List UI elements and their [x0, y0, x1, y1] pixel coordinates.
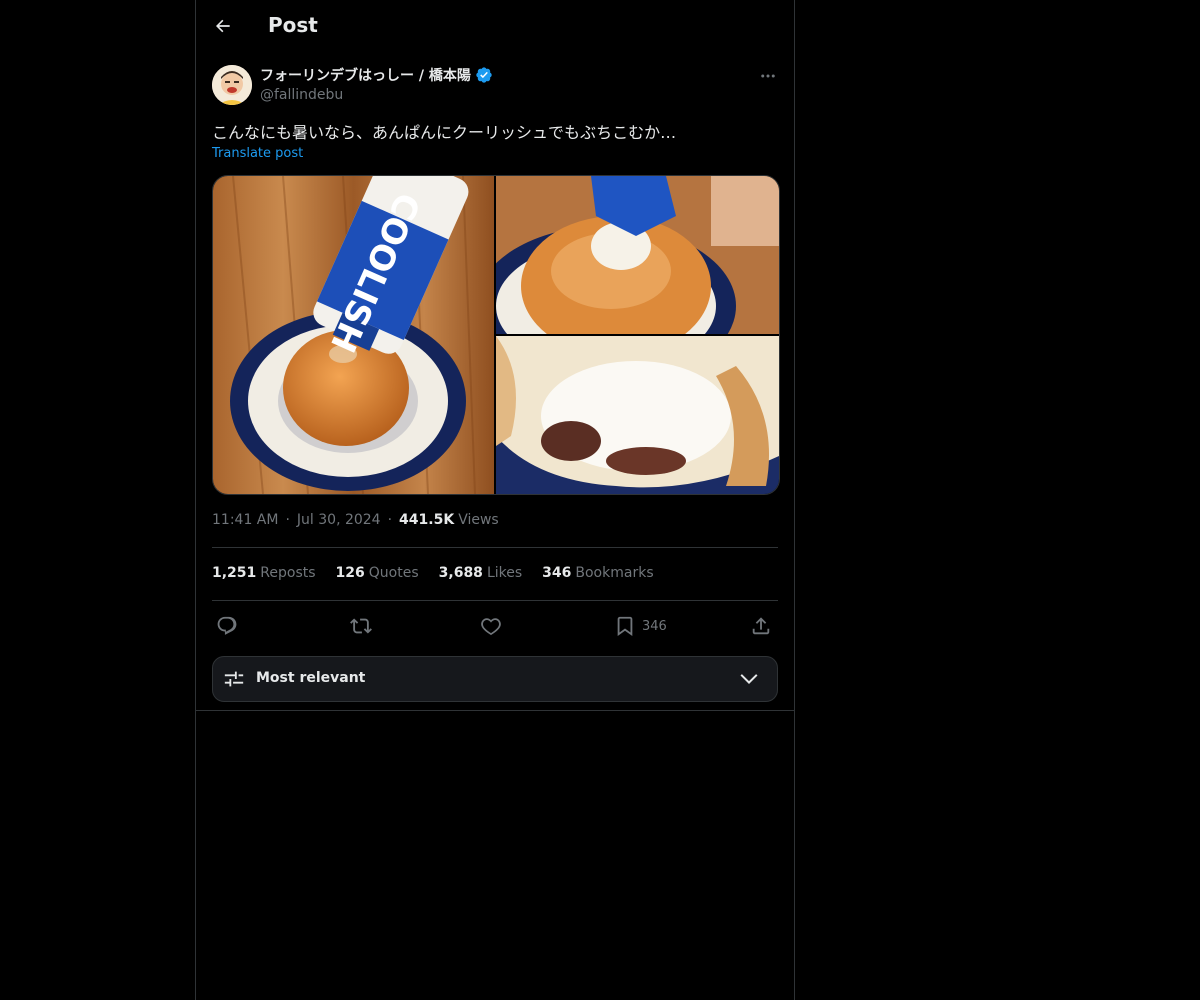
share-button[interactable]	[750, 612, 772, 640]
photo-pouring-on-bun	[476, 176, 779, 386]
bookmark-icon	[617, 616, 633, 637]
post-date[interactable]: Jul 30, 2024	[297, 512, 381, 528]
reply-icon	[217, 616, 237, 635]
media-photo-3[interactable]	[496, 336, 779, 494]
verified-badge-icon	[476, 67, 492, 83]
views-count: 441.5K	[399, 512, 455, 528]
sort-label: Most relevant	[256, 670, 366, 686]
reply-button[interactable]	[216, 612, 238, 640]
author-display-name[interactable]: フォーリンデブはっしー / 橋本陽	[260, 65, 471, 85]
bookmark-count: 346	[642, 618, 667, 634]
photo-coolish-on-anpan: COOLISH	[213, 176, 494, 494]
like-button[interactable]	[480, 612, 502, 640]
translate-post-link[interactable]: Translate post	[212, 146, 303, 161]
separator-dot: ·	[387, 512, 393, 528]
sliders-icon	[224, 671, 244, 687]
separator-dot: ·	[285, 512, 290, 528]
header: Post	[196, 0, 794, 54]
heart-icon	[481, 618, 501, 636]
back-button[interactable]	[206, 9, 240, 43]
post-media-grid: COOLISH	[212, 175, 780, 495]
post-text: こんなにも暑いなら、あんぱんにクーリッシュでもぶちこむか…	[212, 123, 677, 142]
views-label: Views	[458, 512, 499, 528]
repost-icon	[350, 618, 372, 634]
engagement-stats: 1,251 Reposts 126 Quotes 3,688 Likes 346 Boo…	[212, 565, 654, 581]
photo-bun-cross-section	[496, 336, 779, 494]
post-meta: 11:41 AM · Jul 30, 2024 · 441.5K Views	[212, 512, 499, 528]
divider	[196, 710, 794, 711]
divider	[212, 600, 778, 601]
action-bar: 346	[212, 612, 778, 640]
main-column: Post フォーリンデブはっしー / 橋本陽 @fallindebu こんなにも…	[195, 0, 795, 1000]
avatar-image	[212, 65, 252, 105]
more-options-button[interactable]	[756, 64, 780, 88]
media-photo-1[interactable]: COOLISH	[213, 176, 494, 494]
page-title: Post	[268, 13, 318, 37]
share-icon	[752, 617, 770, 635]
stat-bookmarks[interactable]: 346 Bookmarks	[542, 565, 653, 581]
repost-button[interactable]	[350, 612, 372, 640]
author-name-row[interactable]: フォーリンデブはっしー / 橋本陽	[260, 65, 493, 85]
divider	[212, 547, 778, 548]
media-photo-2[interactable]	[476, 176, 779, 386]
more-horizontal-icon	[761, 74, 775, 78]
reply-sort-dropdown[interactable]: Most relevant	[212, 656, 778, 702]
avatar[interactable]	[212, 65, 252, 105]
author-handle[interactable]: @fallindebu	[260, 87, 343, 103]
back-arrow-icon	[216, 19, 230, 33]
stat-reposts[interactable]: 1,251 Reposts	[212, 565, 316, 581]
chevron-down-icon	[740, 674, 758, 684]
stat-likes[interactable]: 3,688 Likes	[439, 565, 523, 581]
stat-quotes[interactable]: 126 Quotes	[336, 565, 419, 581]
bookmark-button[interactable]: 346	[614, 612, 667, 640]
post-time[interactable]: 11:41 AM	[212, 512, 278, 528]
